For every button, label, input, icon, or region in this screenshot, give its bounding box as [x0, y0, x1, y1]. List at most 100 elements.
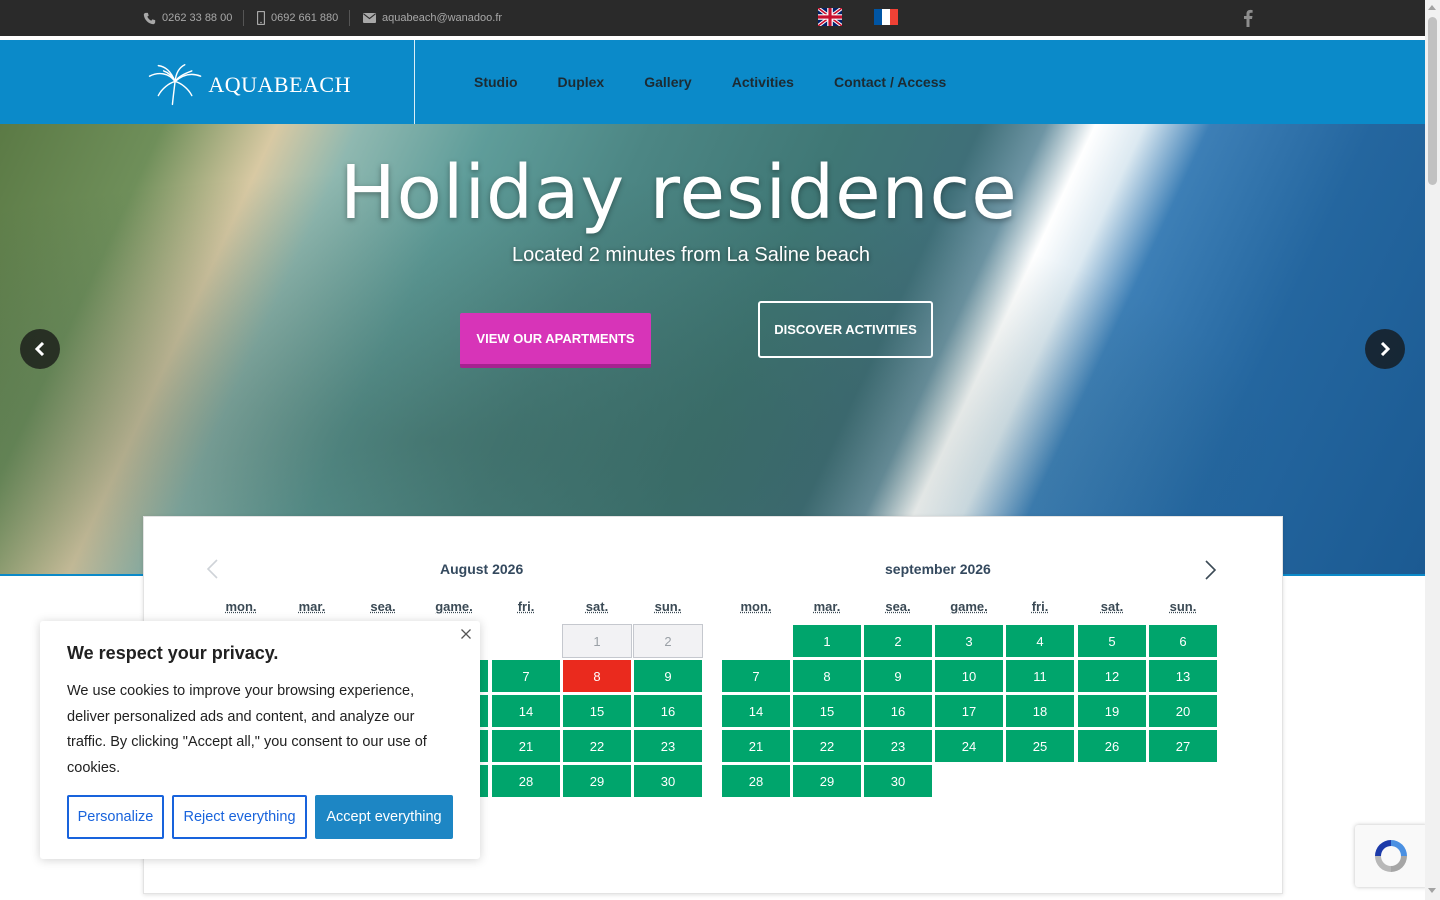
- calendar-next-month[interactable]: [1202, 560, 1218, 585]
- discover-activities-button[interactable]: DISCOVER ACTIVITIES: [758, 301, 933, 358]
- hero-subtitle: Located 2 minutes from La Saline beach: [512, 244, 870, 266]
- facebook-icon[interactable]: [1242, 9, 1254, 27]
- calendar-day-available[interactable]: 25: [1005, 729, 1075, 763]
- divider: [349, 10, 350, 26]
- top-bar: 0262 33 88 00 0692 661 880 aquabeach@wan…: [0, 0, 1425, 38]
- calendar-day-available[interactable]: 14: [721, 694, 791, 728]
- calendar-day-available[interactable]: 17: [934, 694, 1004, 728]
- cookie-title: We respect your privacy.: [67, 643, 279, 663]
- palm-tree-icon: [148, 64, 202, 106]
- calendar-day-available[interactable]: 23: [633, 729, 703, 763]
- calendar-day-available[interactable]: 3: [934, 624, 1004, 658]
- nav-studio[interactable]: Studio: [474, 74, 518, 90]
- weekday-label: mon.: [225, 599, 257, 614]
- calendar-day-available[interactable]: 1: [792, 624, 862, 658]
- email-contact[interactable]: aquabeach@wanadoo.fr: [363, 0, 502, 36]
- phone-contact[interactable]: 0262 33 88 00: [143, 0, 232, 36]
- calendar-day-available[interactable]: 11: [1005, 659, 1075, 693]
- divider: [243, 10, 244, 26]
- close-icon[interactable]: [460, 627, 474, 641]
- weekday-label: sun.: [654, 599, 682, 614]
- nav-contact-access[interactable]: Contact / Access: [834, 74, 946, 90]
- phone-number: 0262 33 88 00: [162, 12, 233, 24]
- calendar-day-booked[interactable]: 8: [562, 659, 632, 693]
- calendar-day-available[interactable]: 28: [721, 764, 791, 798]
- month-title-september: september 2026: [885, 561, 991, 577]
- calendar-prev-month[interactable]: [205, 559, 221, 584]
- calendar-day-available[interactable]: 20: [1148, 694, 1218, 728]
- weekday-label: sat.: [585, 599, 609, 614]
- personalize-button[interactable]: Personalize: [67, 795, 164, 839]
- calendar-day-available[interactable]: 26: [1077, 729, 1147, 763]
- scroll-down-arrow[interactable]: [1428, 888, 1436, 893]
- calendar-day-available[interactable]: 14: [491, 694, 561, 728]
- chevron-left-icon: [206, 559, 218, 579]
- calendar-day-available[interactable]: 28: [491, 764, 561, 798]
- calendar-day-available[interactable]: 22: [562, 729, 632, 763]
- calendar-day-available[interactable]: 16: [633, 694, 703, 728]
- calendar-day-available[interactable]: 27: [1148, 729, 1218, 763]
- calendar-day-available[interactable]: 7: [491, 659, 561, 693]
- france-flag-icon[interactable]: [874, 8, 898, 26]
- calendar-day-available[interactable]: 2: [863, 624, 933, 658]
- calendar-day-available[interactable]: 22: [792, 729, 862, 763]
- hero-title: Holiday residence: [340, 150, 1018, 236]
- calendar-day-available[interactable]: 23: [863, 729, 933, 763]
- calendar-day-available[interactable]: 6: [1148, 624, 1218, 658]
- calendar-day-available[interactable]: 13: [1148, 659, 1218, 693]
- weekday-label: game.: [435, 599, 473, 614]
- weekday-label: sat.: [1100, 599, 1124, 614]
- page-scrollbar[interactable]: [1425, 0, 1440, 900]
- calendar-day-available[interactable]: 10: [934, 659, 1004, 693]
- logo[interactable]: AQUABEACH: [146, 60, 351, 110]
- nav-gallery[interactable]: Gallery: [644, 74, 691, 90]
- weekday-label: game.: [950, 599, 988, 614]
- calendar-day-available[interactable]: 24: [934, 729, 1004, 763]
- main-nav: Studio Duplex Gallery Activities Contact…: [474, 40, 986, 124]
- month-title-august: August 2026: [440, 561, 524, 577]
- chevron-left-icon: [34, 342, 45, 356]
- nav-duplex[interactable]: Duplex: [558, 74, 605, 90]
- email-address: aquabeach@wanadoo.fr: [382, 12, 503, 24]
- calendar-day-available[interactable]: 9: [633, 659, 703, 693]
- calendar-day-available[interactable]: 16: [863, 694, 933, 728]
- weekday-label: fri.: [517, 599, 535, 614]
- cookie-text: We use cookies to improve your browsing …: [67, 683, 427, 776]
- reject-all-button[interactable]: Reject everything: [172, 795, 307, 839]
- calendar-day-available[interactable]: 8: [792, 659, 862, 693]
- calendar-day-available[interactable]: 15: [792, 694, 862, 728]
- calendar-day-available[interactable]: 21: [491, 729, 561, 763]
- calendar-day-available[interactable]: 30: [633, 764, 703, 798]
- calendar-day-available[interactable]: 9: [863, 659, 933, 693]
- calendar-day-available[interactable]: 18: [1005, 694, 1075, 728]
- mobile-contact[interactable]: 0692 661 880: [257, 0, 338, 36]
- calendar-day-available[interactable]: 30: [863, 764, 933, 798]
- slider-prev-button[interactable]: [20, 329, 60, 369]
- weekday-label: sea.: [370, 599, 396, 614]
- calendar-day-available[interactable]: 12: [1077, 659, 1147, 693]
- weekday-label: mon.: [740, 599, 772, 614]
- chevron-right-icon: [1380, 342, 1391, 356]
- calendar-day-available[interactable]: 5: [1077, 624, 1147, 658]
- view-apartments-button[interactable]: VIEW OUR APARTMENTS: [460, 313, 651, 368]
- recaptcha-badge[interactable]: [1355, 825, 1427, 887]
- calendar-day-available[interactable]: 19: [1077, 694, 1147, 728]
- nav-activities[interactable]: Activities: [732, 74, 794, 90]
- recaptcha-icon: [1375, 840, 1407, 872]
- mobile-number: 0692 661 880: [271, 12, 339, 24]
- calendar-day-available[interactable]: 4: [1005, 624, 1075, 658]
- envelope-icon: [363, 13, 376, 23]
- calendar-day-available[interactable]: 21: [721, 729, 791, 763]
- uk-flag-icon[interactable]: [816, 6, 844, 28]
- scroll-up-arrow[interactable]: [1428, 5, 1436, 10]
- chevron-right-icon: [1205, 560, 1217, 580]
- weekday-label: sun.: [1169, 599, 1197, 614]
- calendar-day-available[interactable]: 15: [562, 694, 632, 728]
- slider-next-button[interactable]: [1365, 329, 1405, 369]
- site-header: AQUABEACH Studio Duplex Gallery Activiti…: [0, 40, 1425, 124]
- accept-all-button[interactable]: Accept everything: [315, 795, 453, 839]
- calendar-day-available[interactable]: 29: [792, 764, 862, 798]
- calendar-day-available[interactable]: 7: [721, 659, 791, 693]
- scroll-thumb[interactable]: [1428, 17, 1437, 185]
- calendar-day-available[interactable]: 29: [562, 764, 632, 798]
